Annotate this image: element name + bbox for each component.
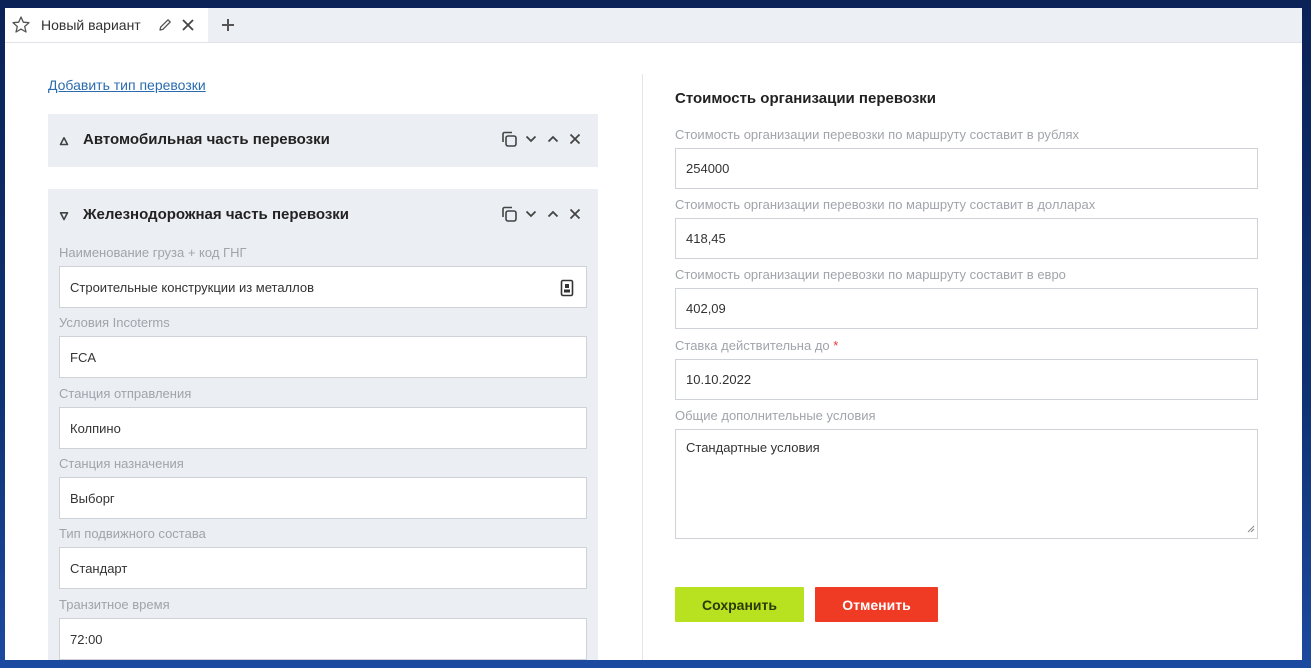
chevron-up-icon[interactable]: [544, 205, 562, 223]
cost-eur-value: 402,09: [686, 301, 726, 316]
departure-station-field[interactable]: Колпино: [59, 407, 587, 449]
extra-conditions-textarea[interactable]: Стандартные условия: [675, 429, 1258, 539]
extra-conditions-value: Стандартные условия: [686, 440, 820, 455]
chevron-up-icon[interactable]: [544, 130, 562, 148]
cost-usd-field[interactable]: 418,45: [675, 218, 1258, 259]
rolling-stock-field[interactable]: Стандарт: [59, 547, 587, 589]
app-window: Новый вариант Добавить тип перевозки Авт…: [5, 8, 1302, 660]
cargo-name-label: Наименование груза + код ГНГ: [59, 245, 247, 260]
tab-new-variant[interactable]: Новый вариант: [5, 8, 208, 42]
departure-station-value: Колпино: [70, 420, 121, 436]
tab-title: Новый вариант: [41, 17, 141, 33]
tab-bar: Новый вариант: [5, 8, 1302, 43]
rail-panel-title: Железнодорожная часть перевозки: [83, 205, 350, 223]
add-transport-type-link[interactable]: Добавить тип перевозки: [48, 77, 206, 93]
transit-time-field[interactable]: 72:00: [59, 618, 587, 660]
close-icon[interactable]: [566, 130, 584, 148]
chevron-down-icon[interactable]: [522, 130, 540, 148]
cost-usd-label: Стоимость организации перевозки по маршр…: [675, 197, 1096, 212]
rail-transport-panel: Железнодорожная часть перевозки Наименов…: [48, 189, 598, 660]
cost-rub-value: 254000: [686, 161, 730, 176]
required-mark: *: [833, 338, 839, 353]
collapsed-triangle-icon[interactable]: [59, 133, 69, 151]
valid-until-field[interactable]: 10.10.2022: [675, 359, 1258, 400]
incoterms-value: FCA: [70, 349, 96, 365]
destination-station-label: Станция назначения: [59, 456, 184, 471]
destination-station-value: Выборг: [70, 490, 115, 506]
cost-section-title: Стоимость организации перевозки: [675, 90, 937, 107]
auto-panel-actions: [500, 114, 584, 164]
valid-until-value: 10.10.2022: [686, 372, 752, 387]
close-icon[interactable]: [566, 205, 584, 223]
copy-icon[interactable]: [500, 130, 518, 148]
directory-icon[interactable]: [560, 279, 574, 300]
valid-until-label: Ставка действительна до *: [675, 338, 838, 353]
rail-panel-actions: [500, 189, 584, 239]
resize-handle-icon[interactable]: [1247, 521, 1255, 536]
destination-station-field[interactable]: Выборг: [59, 477, 587, 519]
departure-station-label: Станция отправления: [59, 386, 192, 401]
cost-eur-field[interactable]: 402,09: [675, 288, 1258, 329]
auto-panel-header[interactable]: Автомобильная часть перевозки: [48, 114, 598, 164]
incoterms-label: Условия Incoterms: [59, 315, 170, 330]
rolling-stock-value: Стандарт: [70, 560, 128, 576]
extra-conditions-label: Общие дополнительные условия: [675, 408, 876, 423]
cancel-button[interactable]: Отменить: [815, 587, 938, 622]
copy-icon[interactable]: [500, 205, 518, 223]
rail-panel-header[interactable]: Железнодорожная часть перевозки: [48, 189, 598, 239]
auto-panel-title: Автомобильная часть перевозки: [83, 130, 330, 148]
chevron-down-icon[interactable]: [522, 205, 540, 223]
cost-rub-field[interactable]: 254000: [675, 148, 1258, 189]
transit-time-label: Транзитное время: [59, 597, 170, 612]
save-button[interactable]: Сохранить: [675, 587, 804, 622]
valid-until-label-text: Ставка действительна до: [675, 338, 830, 353]
rolling-stock-label: Тип подвижного состава: [59, 526, 206, 541]
auto-transport-panel: Автомобильная часть перевозки: [48, 114, 598, 167]
column-divider: [642, 74, 643, 660]
star-icon[interactable]: [11, 15, 31, 35]
close-tab-icon[interactable]: [181, 18, 195, 32]
add-tab-icon[interactable]: [220, 17, 236, 33]
left-column: Добавить тип перевозки Автомобильная час…: [48, 42, 598, 660]
cargo-name-field[interactable]: Строительные конструкции из металлов: [59, 266, 587, 308]
cost-usd-value: 418,45: [686, 231, 726, 246]
incoterms-field[interactable]: FCA: [59, 336, 587, 378]
expanded-triangle-icon[interactable]: [59, 208, 69, 226]
pencil-icon[interactable]: [157, 17, 173, 33]
cost-eur-label: Стоимость организации перевозки по маршр…: [675, 267, 1066, 282]
transit-time-value: 72:00: [70, 631, 103, 647]
cost-rub-label: Стоимость организации перевозки по маршр…: [675, 127, 1080, 142]
cargo-name-value: Строительные конструкции из металлов: [70, 279, 315, 295]
